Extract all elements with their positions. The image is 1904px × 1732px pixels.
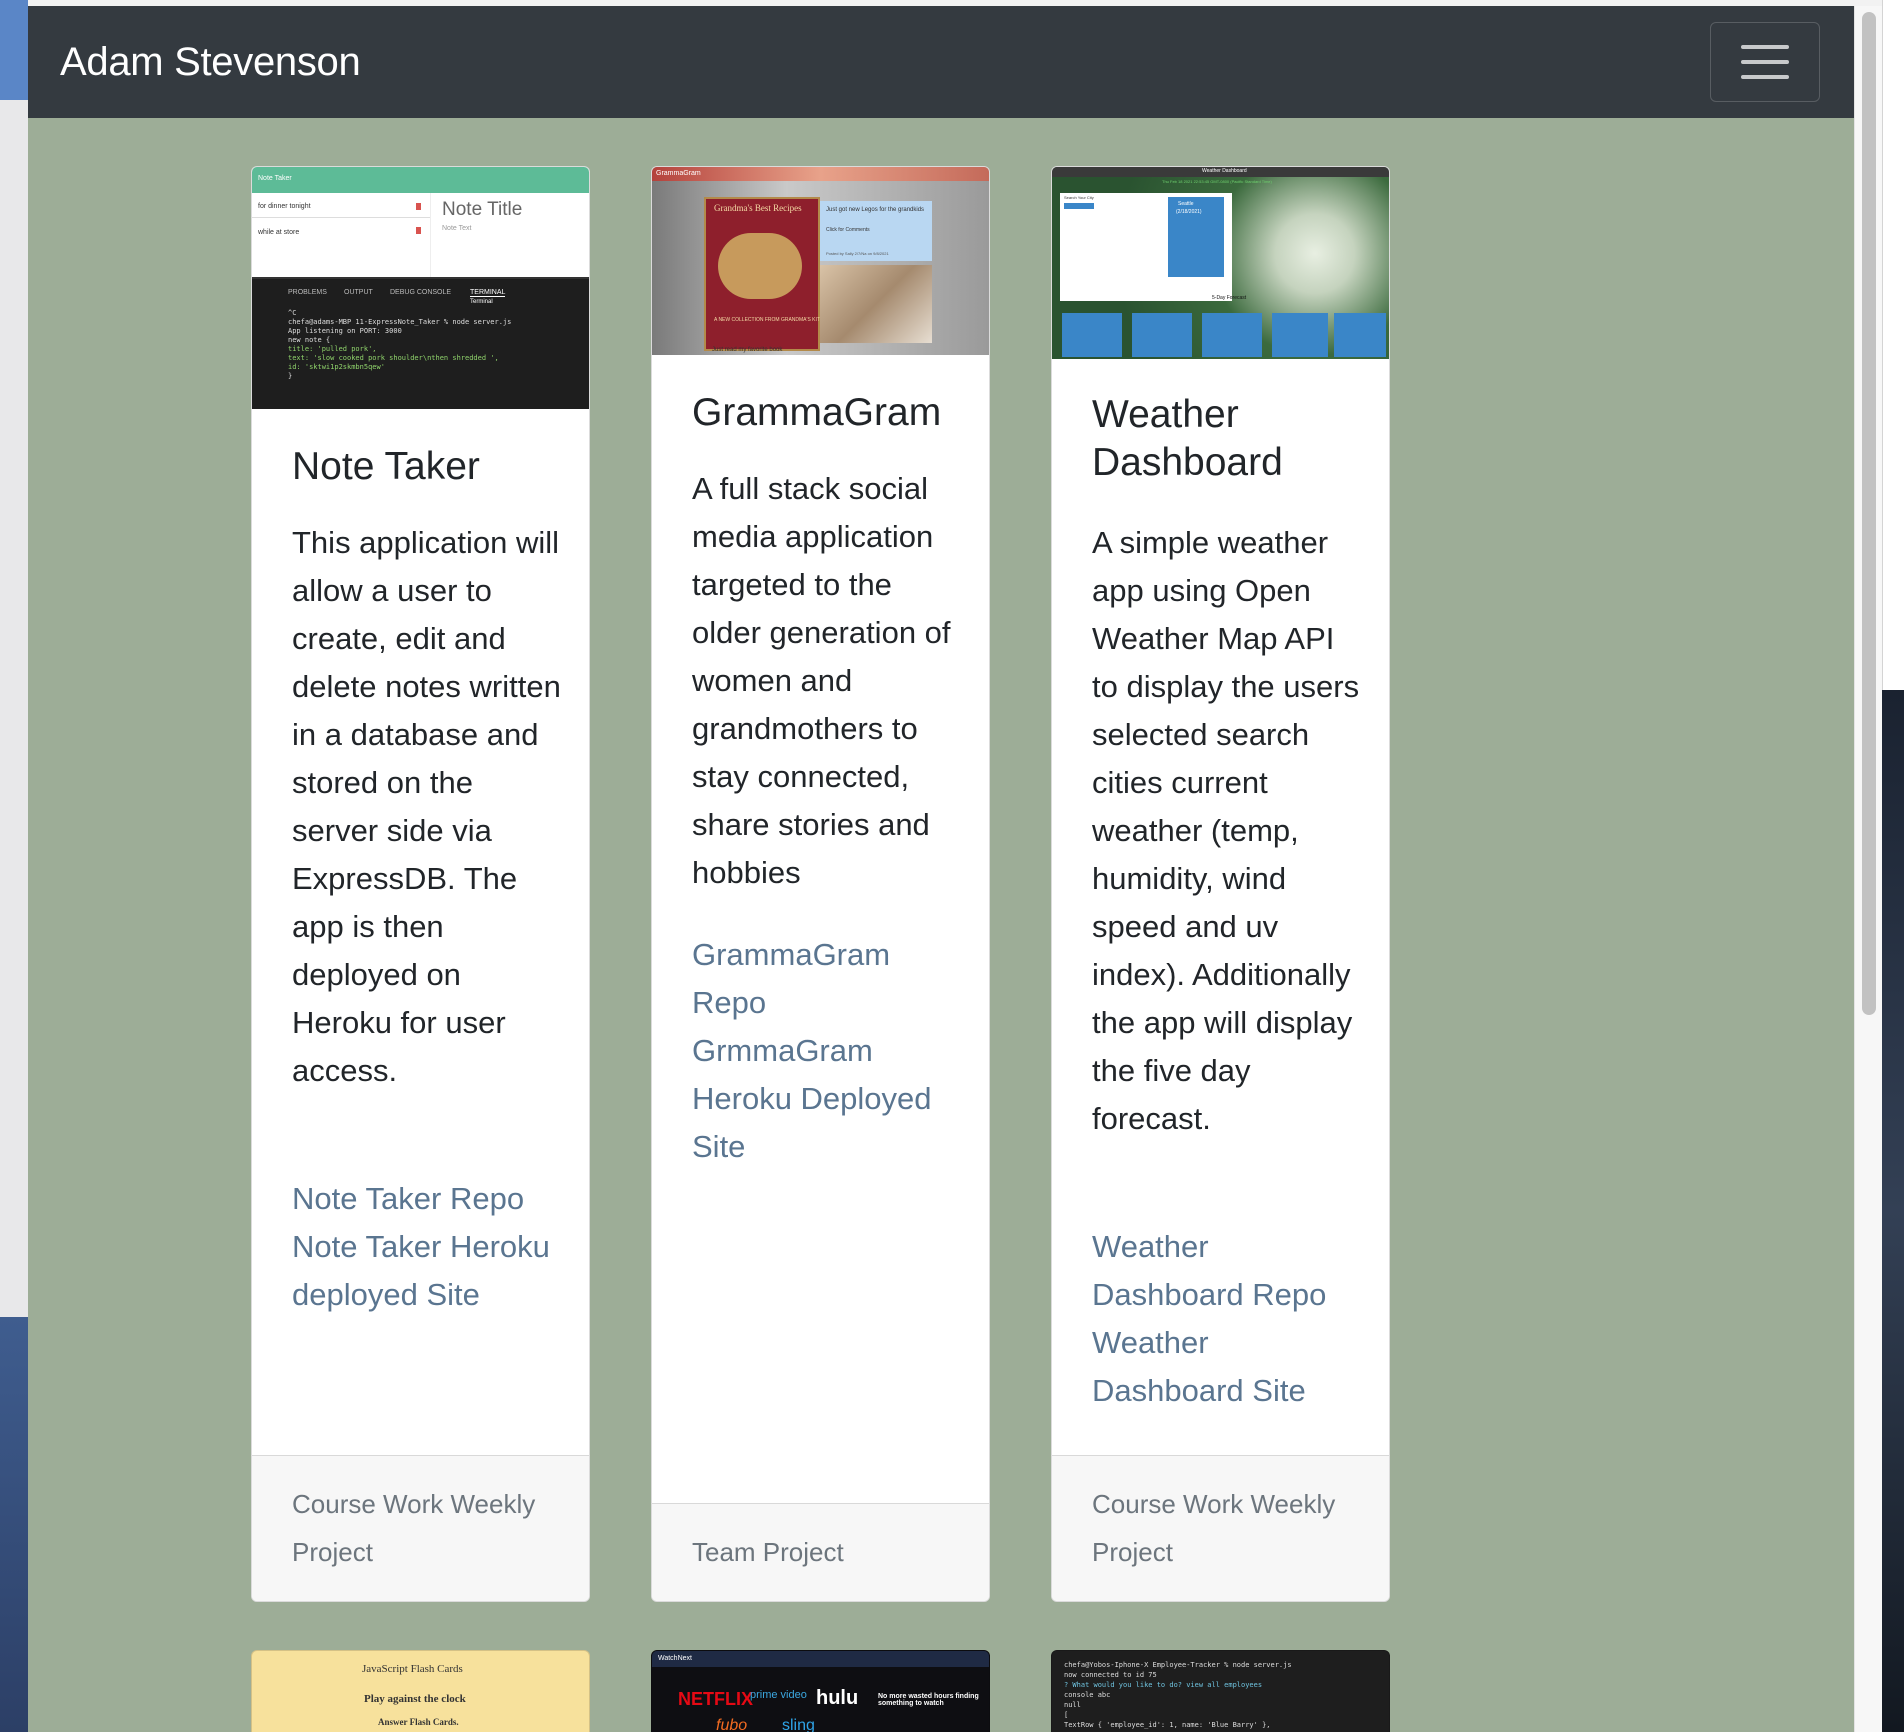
deployed-site-link[interactable]: Note Taker Heroku deployed Site	[292, 1223, 562, 1319]
background-terminal-window	[1882, 0, 1904, 690]
card-title: Note Taker	[292, 445, 480, 488]
card-footer: Course Work Weekly Project	[252, 1455, 589, 1601]
project-card-employee-tracker: chefa@Yobos-Iphone-X Employee-Tracker % …	[1051, 1650, 1390, 1732]
project-screenshot: Weather Dashboard Thu Feb 18 2021 22:53:…	[1052, 167, 1389, 359]
project-card-grammagram: GrammaGram Grandma's Best Recipes A NEW …	[651, 166, 990, 1602]
card-footer: Course Work Weekly Project	[1052, 1455, 1389, 1601]
card-footer-text: Team Project	[692, 1537, 844, 1567]
scrollbar-thumb[interactable]	[1862, 12, 1876, 1015]
screenshot-subtitle: Answer Flash Cards.	[378, 1717, 459, 1727]
navbar-toggle-button[interactable]	[1710, 22, 1820, 102]
card-footer: Team Project	[652, 1503, 989, 1601]
terminal-line: [	[1064, 1711, 1069, 1719]
terminal-line: TextRow { 'employee_id': 1, name: 'Blue …	[1064, 1721, 1271, 1729]
terminal-line: now connected to id 75	[1064, 1671, 1157, 1679]
terminal-line: chefa@Yobos-Iphone-X Employee-Tracker % …	[1064, 1661, 1292, 1669]
project-card-flash-cards: JavaScript Flash Cards Play against the …	[251, 1650, 590, 1732]
navbar: Adam Stevenson	[28, 6, 1854, 118]
screenshot-logo: WatchNext	[658, 1655, 692, 1662]
brand-hulu: hulu	[816, 1687, 859, 1709]
screenshot-text: No more wasted hours finding something t…	[878, 1693, 979, 1707]
project-screenshot: Note Taker for dinner tonight while at s…	[252, 167, 589, 409]
brand-sling: sling	[782, 1717, 815, 1732]
desktop-wallpaper-right	[1882, 690, 1904, 1732]
repo-link[interactable]: GrammaGram Repo	[692, 931, 962, 1027]
navbar-brand[interactable]: Adam Stevenson	[60, 40, 361, 85]
brand-netflix: NETFLIX	[678, 1689, 753, 1709]
terminal-line: console abc	[1064, 1691, 1111, 1699]
terminal-line: ? What would you like to do? view all em…	[1064, 1681, 1263, 1689]
screenshot-title: JavaScript Flash Cards	[362, 1663, 463, 1675]
card-links: GrammaGram Repo GrmmaGram Heroku Deploye…	[692, 931, 962, 1171]
card-title: Weather Dashboard	[1092, 393, 1283, 484]
card-text: A simple weather app using Open Weather …	[1092, 525, 1360, 1136]
repo-link[interactable]: Weather Dashboard Repo	[1092, 1223, 1362, 1319]
brand-fubo: fubo	[716, 1717, 748, 1732]
repo-link[interactable]: Note Taker Repo	[292, 1175, 562, 1223]
card-links: Note Taker Repo Note Taker Heroku deploy…	[292, 1175, 562, 1319]
deployed-site-link[interactable]: GrmmaGram Heroku Deployed Site	[692, 1027, 962, 1171]
card-text: A full stack social media application ta…	[692, 471, 951, 890]
card-footer-text: Course Work Weekly Project	[292, 1489, 536, 1567]
screenshot-subtitle: Play against the clock	[364, 1693, 466, 1705]
desktop-wallpaper	[0, 1317, 29, 1732]
deployed-site-link[interactable]: Weather Dashboard Site	[1092, 1319, 1362, 1415]
browser-window: Adam Stevenson Note Taker for dinner ton…	[28, 0, 1882, 1732]
card-footer-text: Course Work Weekly Project	[1092, 1489, 1336, 1567]
desktop-wallpaper-strip	[0, 0, 29, 100]
brand-prime: prime video	[750, 1689, 807, 1701]
project-screenshot: GrammaGram Grandma's Best Recipes A NEW …	[652, 167, 989, 355]
desktop-finder-sidebar	[0, 0, 30, 1317]
project-card-weather-dashboard: Weather Dashboard Thu Feb 18 2021 22:53:…	[1051, 166, 1390, 1602]
card-title: GrammaGram	[692, 391, 942, 434]
project-card-note-taker: Note Taker for dinner tonight while at s…	[251, 166, 590, 1602]
card-links: Weather Dashboard Repo Weather Dashboard…	[1092, 1223, 1362, 1415]
terminal-line: null	[1064, 1701, 1081, 1709]
card-text: This application will allow a user to cr…	[292, 525, 561, 1088]
project-card-watchnext: WatchNext NETFLIX prime video hulu fubo …	[651, 1650, 990, 1732]
